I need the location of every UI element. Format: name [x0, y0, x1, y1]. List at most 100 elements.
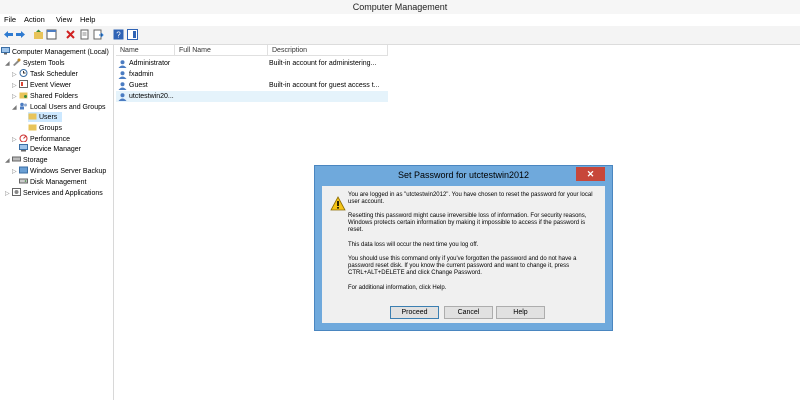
- message-reset-warning: Resetting this password might cause irre…: [348, 213, 587, 233]
- tree-label: Groups: [39, 125, 62, 132]
- tree-label: Windows Server Backup: [30, 168, 107, 175]
- tree-label: System Tools: [23, 60, 65, 67]
- close-button[interactable]: ✕: [576, 167, 605, 181]
- row-name: fxadmin: [129, 71, 154, 78]
- event-viewer-icon: [19, 80, 28, 88]
- collapsed-arrow-icon[interactable]: ▷: [12, 135, 19, 145]
- message-data-loss: This data loss will occur the next time …: [348, 242, 479, 248]
- menu-view[interactable]: View: [56, 15, 72, 24]
- tree-label: Services and Applications: [23, 190, 103, 197]
- services-icon: [12, 188, 21, 196]
- up-folder-icon[interactable]: [33, 29, 44, 40]
- tree-root[interactable]: Computer Management (Local): [1, 47, 109, 57]
- toolbar: ?: [0, 26, 800, 45]
- help-button[interactable]: Help: [496, 306, 545, 319]
- dialog-body: You are logged in as "utctestwin2012". Y…: [322, 186, 605, 323]
- column-header-name[interactable]: Name: [116, 45, 175, 56]
- set-password-dialog: Set Password for utctestwin2012 ✕ You ar…: [314, 165, 613, 331]
- expanded-arrow-icon[interactable]: ◢: [5, 156, 12, 166]
- task-scheduler-icon: [19, 69, 28, 77]
- export-list-icon[interactable]: [93, 29, 104, 40]
- expanded-arrow-icon[interactable]: ◢: [12, 103, 19, 113]
- cancel-button[interactable]: Cancel: [444, 306, 493, 319]
- message-logged-in: You are logged in as "utctestwin2012". Y…: [348, 192, 593, 205]
- tree-label: Local Users and Groups: [30, 104, 106, 111]
- title-bar: Computer Management: [0, 0, 800, 15]
- collapsed-arrow-icon[interactable]: ▷: [5, 189, 12, 199]
- show-action-pane-icon[interactable]: [127, 29, 138, 40]
- storage-icon: [12, 156, 21, 162]
- tree-label: Storage: [23, 157, 48, 164]
- tree-label: Performance: [30, 136, 71, 143]
- row-description: Built-in account for guest access t...: [269, 82, 380, 89]
- collapsed-arrow-icon[interactable]: ▷: [12, 167, 19, 177]
- tree-label: Task Scheduler: [30, 71, 78, 78]
- dialog-title: Set Password for utctestwin2012: [397, 170, 530, 180]
- collapsed-arrow-icon[interactable]: ▷: [12, 92, 19, 102]
- backup-icon: [19, 166, 28, 174]
- tree-label: Users: [39, 114, 58, 121]
- tree-item-storage[interactable]: ◢ Storage: [5, 155, 48, 165]
- row-description: Built-in account for administering...: [269, 60, 377, 67]
- row-name: utctestwin20...: [129, 93, 174, 100]
- menu-action[interactable]: Action: [24, 15, 45, 24]
- collapsed-arrow-icon[interactable]: ▷: [12, 70, 19, 80]
- tree-item-event-viewer[interactable]: ▷ Event Viewer: [12, 80, 71, 90]
- tree-root-label: Computer Management (Local): [12, 49, 109, 56]
- tree-label: Event Viewer: [30, 82, 72, 89]
- user-icon: [118, 60, 127, 68]
- table-row[interactable]: utctestwin20...: [116, 91, 388, 102]
- device-manager-icon: [19, 144, 28, 152]
- tree-label: Shared Folders: [30, 93, 78, 100]
- tree-item-performance[interactable]: ▷ Performance: [12, 134, 70, 144]
- tree-item-shared-folders[interactable]: ▷ Shared Folders: [12, 91, 78, 101]
- user-icon: [118, 82, 127, 90]
- properties-icon[interactable]: [79, 29, 90, 40]
- local-users-icon: [20, 102, 27, 110]
- delete-icon[interactable]: [65, 29, 76, 40]
- system-tools-icon: [13, 58, 21, 66]
- back-arrow-icon[interactable]: [3, 29, 14, 40]
- tree-item-system-tools[interactable]: ◢ System Tools: [5, 58, 65, 68]
- proceed-button[interactable]: Proceed: [390, 306, 439, 319]
- tree-label: Device Manager: [30, 146, 81, 153]
- menu-bar: File Action View Help: [0, 14, 800, 26]
- column-header-description[interactable]: Description: [268, 45, 388, 56]
- row-name: Guest: [129, 82, 148, 89]
- help-icon[interactable]: ?: [113, 29, 124, 40]
- tree-item-users[interactable]: Users: [28, 112, 62, 122]
- shared-folder-icon: [19, 92, 28, 99]
- tree-item-groups[interactable]: Groups: [28, 123, 62, 133]
- menu-file[interactable]: File: [4, 15, 16, 24]
- tree-item-services-applications[interactable]: ▷ Services and Applications: [5, 188, 103, 198]
- svg-text:?: ?: [116, 31, 121, 40]
- message-help-info: For additional information, click Help.: [348, 285, 447, 291]
- table-row[interactable]: fxadmin: [116, 69, 388, 80]
- user-icon: [118, 71, 127, 79]
- expanded-arrow-icon[interactable]: ◢: [5, 59, 12, 69]
- console-tree: Computer Management (Local) ◢ System Tool…: [0, 45, 114, 400]
- tree-item-windows-server-backup[interactable]: ▷ Windows Server Backup: [12, 166, 106, 176]
- tree-item-disk-management[interactable]: Disk Management: [19, 177, 86, 187]
- column-header-full-name[interactable]: Full Name: [175, 45, 268, 56]
- tree-item-device-manager[interactable]: Device Manager: [19, 144, 81, 154]
- collapsed-arrow-icon[interactable]: ▷: [12, 81, 19, 91]
- window-title: Computer Management: [352, 2, 448, 12]
- console-tree-icon[interactable]: [46, 29, 57, 40]
- row-name: Administrator: [129, 60, 171, 67]
- folder-icon: [28, 124, 37, 131]
- performance-icon: [19, 134, 28, 142]
- table-row[interactable]: Guest Built-in account for guest access …: [116, 80, 388, 91]
- warning-icon: [330, 196, 346, 211]
- tree-label: Disk Management: [30, 179, 87, 186]
- message-use-command: You should use this command only if you'…: [348, 256, 577, 276]
- computer-management-icon: [1, 47, 10, 55]
- user-icon: [118, 93, 127, 101]
- menu-help[interactable]: Help: [80, 15, 95, 24]
- tree-item-local-users-groups[interactable]: ◢ Local Users and Groups: [12, 102, 105, 112]
- tree-item-task-scheduler[interactable]: ▷ Task Scheduler: [12, 69, 78, 79]
- forward-arrow-icon[interactable]: [15, 29, 26, 40]
- folder-icon: [28, 113, 37, 120]
- disk-management-icon: [19, 178, 28, 184]
- table-row[interactable]: Administrator Built-in account for admin…: [116, 58, 388, 69]
